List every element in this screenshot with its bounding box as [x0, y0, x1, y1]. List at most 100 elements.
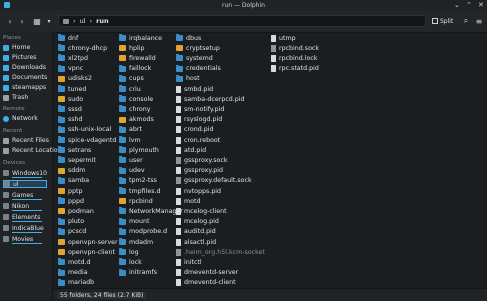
file-item[interactable]: samba-dcerpcd.pid [176, 94, 245, 104]
view-mode-icon[interactable]: ▦ [31, 15, 43, 27]
file-item[interactable]: user [119, 155, 143, 165]
file-item[interactable]: spice-vdagentd [58, 135, 116, 145]
view-mode-chevron-icon[interactable]: ▾ [43, 15, 55, 27]
file-item[interactable]: criu [119, 84, 141, 94]
file-item[interactable]: dnf [58, 33, 78, 43]
file-item[interactable]: akmods [119, 115, 154, 125]
file-item[interactable]: mcelog.pid [176, 217, 219, 227]
file-item[interactable]: openvpn-client [58, 247, 115, 257]
close-icon[interactable]: ✕ [478, 1, 484, 9]
maximize-icon[interactable]: ⌃ [466, 1, 472, 9]
file-item[interactable]: cups [119, 74, 144, 84]
file-item[interactable]: mariadb [58, 278, 94, 288]
file-item[interactable]: sepermit [58, 155, 96, 165]
file-item[interactable]: sudo [58, 94, 83, 104]
sidebar-item-documents[interactable]: Documents [3, 73, 47, 82]
file-view[interactable]: dnf chrony-dhcp xl2tpd vpnc udisks2 tuned sudo… [53, 32, 487, 287]
device-elements[interactable]: Elements [3, 213, 47, 222]
file-item[interactable]: rpcbind.lock [271, 53, 318, 63]
file-item[interactable]: rpcbind.sock [271, 43, 319, 53]
file-item[interactable]: firewalld [119, 53, 156, 63]
file-item[interactable]: dmeventd-client [176, 278, 236, 288]
file-item[interactable]: motd.d [58, 257, 90, 267]
device-ul[interactable]: ul [3, 180, 47, 188]
sidebar-item-recent-files[interactable]: Recent Files [3, 136, 49, 145]
file-item[interactable]: credentials [176, 64, 221, 74]
sidebar-item-network[interactable]: Network [3, 114, 38, 123]
file-item[interactable]: tmpfiles.d [119, 186, 160, 196]
file-item[interactable]: chrony-dhcp [58, 43, 107, 53]
file-item[interactable]: log [119, 247, 139, 257]
file-item[interactable]: pluto [58, 217, 84, 227]
file-item[interactable]: utmp [271, 33, 296, 43]
file-item[interactable]: alsactl.pid [176, 237, 216, 247]
file-item[interactable]: pptp [58, 186, 82, 196]
file-item[interactable]: mdadm [119, 237, 153, 247]
sidebar-item-pictures[interactable]: Pictures [3, 53, 37, 62]
file-item[interactable]: smbd.pid [176, 84, 213, 94]
file-item[interactable]: tuned [58, 84, 86, 94]
file-item[interactable]: hplip [119, 43, 144, 53]
file-item[interactable]: systemd [176, 53, 213, 63]
file-item[interactable]: chrony [119, 104, 150, 114]
file-item[interactable]: rsyslogd.pid [176, 115, 222, 125]
device-games[interactable]: Games [3, 191, 47, 200]
file-item[interactable]: motd [176, 196, 200, 206]
file-item[interactable]: initramfs [119, 268, 157, 278]
file-item[interactable]: ssh-unix-local [58, 125, 111, 135]
device-indicablue[interactable]: IndicaBlue [3, 224, 47, 233]
sidebar-item-downloads[interactable]: Downloads [3, 63, 46, 72]
forward-icon[interactable]: › [16, 15, 28, 27]
file-item[interactable]: abrt [119, 125, 142, 135]
sidebar-item-steamapps[interactable]: steamapps [3, 83, 46, 92]
file-item[interactable]: rpcbind [119, 196, 153, 206]
file-item[interactable]: sssd [58, 104, 82, 114]
file-item[interactable]: media [58, 268, 88, 278]
sidebar-item-trash[interactable]: Trash [3, 93, 28, 102]
file-item[interactable]: mount [119, 217, 149, 227]
file-item[interactable]: vpnc [58, 64, 83, 74]
file-item[interactable]: podman [58, 206, 94, 216]
file-item[interactable]: cryptsetup [176, 43, 220, 53]
file-item[interactable]: auditd.pid [176, 227, 216, 237]
file-item[interactable]: sddm [58, 166, 85, 176]
breadcrumb-item-run[interactable]: run [96, 17, 108, 25]
menu-icon[interactable]: ≡ [473, 15, 485, 27]
file-item[interactable]: dmeventd-server [176, 268, 238, 278]
file-item[interactable]: gssproxy.sock [176, 155, 227, 165]
file-item[interactable]: NetworkManager [119, 206, 183, 216]
file-item[interactable]: cron.reboot [176, 135, 220, 145]
file-item[interactable]: plymouth [119, 145, 159, 155]
file-item[interactable]: gssproxy.default.sock [176, 176, 252, 186]
file-item[interactable]: initctl [176, 257, 202, 267]
device-windows10[interactable]: Windows10 [3, 169, 47, 178]
file-item[interactable]: sm-notify.pid [176, 104, 224, 114]
file-item[interactable]: .heim_org.h5l.kcm-socket [176, 247, 265, 257]
file-item[interactable]: rpc.statd.pid [271, 64, 319, 74]
file-item[interactable]: faillock [119, 64, 151, 74]
file-item[interactable]: gssproxy.pid [176, 166, 223, 176]
file-item[interactable]: console [119, 94, 153, 104]
device-movies[interactable]: Movies [3, 235, 47, 244]
back-icon[interactable]: ‹ [4, 15, 16, 27]
file-item[interactable]: openvpn-server [58, 237, 118, 247]
file-item[interactable]: sshd [58, 115, 83, 125]
file-item[interactable]: dbus [176, 33, 201, 43]
file-item[interactable]: lvm [119, 135, 141, 145]
file-item[interactable]: nvtopps.pid [176, 186, 221, 196]
file-item[interactable]: xl2tpd [58, 53, 88, 63]
file-item[interactable]: modprobe.d [119, 227, 167, 237]
file-item[interactable]: tpm2-tss [119, 176, 157, 186]
breadcrumb-item-ul[interactable]: ul [80, 17, 86, 25]
breadcrumb[interactable]: › ul › run [58, 15, 426, 27]
search-icon[interactable]: ⌕ [460, 15, 472, 27]
file-item[interactable]: pcscd [58, 227, 86, 237]
file-item[interactable]: lock [119, 257, 142, 267]
sidebar-item-home[interactable]: Home [3, 43, 30, 52]
file-item[interactable]: host [176, 74, 200, 84]
file-item[interactable]: irqbalance [119, 33, 162, 43]
file-item[interactable]: atd.pid [176, 145, 206, 155]
file-item[interactable]: setrans [58, 145, 91, 155]
file-item[interactable]: udisks2 [58, 74, 92, 84]
split-button[interactable]: Split [432, 15, 453, 27]
